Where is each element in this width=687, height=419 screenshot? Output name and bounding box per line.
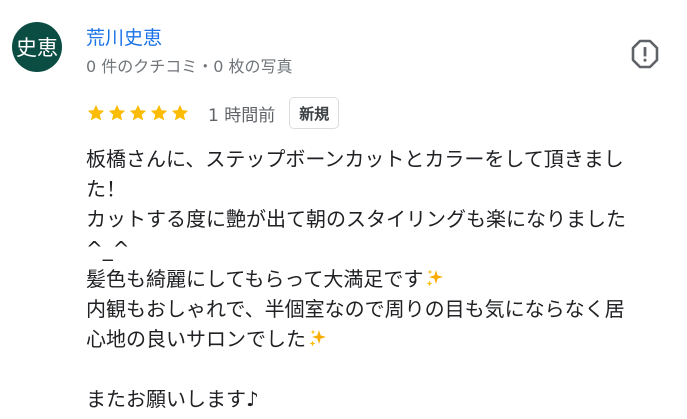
- star-icon: [150, 104, 168, 121]
- sparkles-icon: [425, 266, 445, 287]
- review-line: 内観もおしゃれで、半個室なので周りの目も気にならなく居: [86, 294, 668, 324]
- reviewer-name-link[interactable]: 荒川史恵: [86, 23, 162, 50]
- review-line-text: 髪色も綺麗にしてもらって大満足です: [86, 267, 424, 291]
- avatar-initials: 史恵: [16, 36, 58, 60]
- review-line-text: 内観もおしゃれで、半個室なので周りの目も気にならなく居: [86, 297, 625, 321]
- star-icon: [108, 104, 126, 121]
- review-line: 板橋さんに、ステップボーンカットとカラーをして頂きまし: [86, 144, 668, 174]
- star-rating: [86, 103, 190, 123]
- review-line: 髪色も綺麗にしてもらって大満足です: [86, 264, 668, 294]
- review-card: 史恵 荒川史恵 0 件のクチコミ・0 枚の写真 1 時間前 新規 板橋さんに、ス…: [0, 0, 687, 419]
- review-line: ^_^: [86, 234, 668, 264]
- review-line-text: ^_^: [86, 237, 130, 261]
- review-line: [86, 354, 668, 384]
- star-icon: [87, 104, 105, 121]
- star-icon: [171, 104, 189, 121]
- reviewer-avatar[interactable]: 史恵: [12, 22, 62, 72]
- reviewer-meta: 0 件のクチコミ・0 枚の写真: [86, 57, 293, 76]
- review-line: またお願いします♪: [86, 384, 668, 414]
- star-icon: [129, 104, 147, 121]
- review-text: 板橋さんに、ステップボーンカットとカラーをして頂きまし た！ カットする度に艶が…: [86, 144, 668, 414]
- review-line: カットする度に艶が出て朝のスタイリングも楽になりました: [86, 204, 668, 234]
- report-flag-icon[interactable]: [629, 38, 661, 70]
- review-line-text: またお願いします♪: [86, 387, 259, 411]
- review-line-text: た！: [86, 177, 126, 201]
- review-line: 心地の良いサロンでした: [86, 324, 668, 354]
- rating-row: 1 時間前 新規: [86, 96, 340, 130]
- review-line: た！: [86, 174, 668, 204]
- review-line-text: 板橋さんに、ステップボーンカットとカラーをして頂きまし: [86, 147, 624, 171]
- review-line-text: カットする度に艶が出て朝のスタイリングも楽になりました: [86, 207, 626, 231]
- new-badge: 新規: [289, 97, 340, 129]
- sparkles-icon: [308, 326, 328, 347]
- review-line-text: 心地の良いサロンでした: [86, 327, 306, 351]
- review-time: 1 時間前: [208, 105, 276, 126]
